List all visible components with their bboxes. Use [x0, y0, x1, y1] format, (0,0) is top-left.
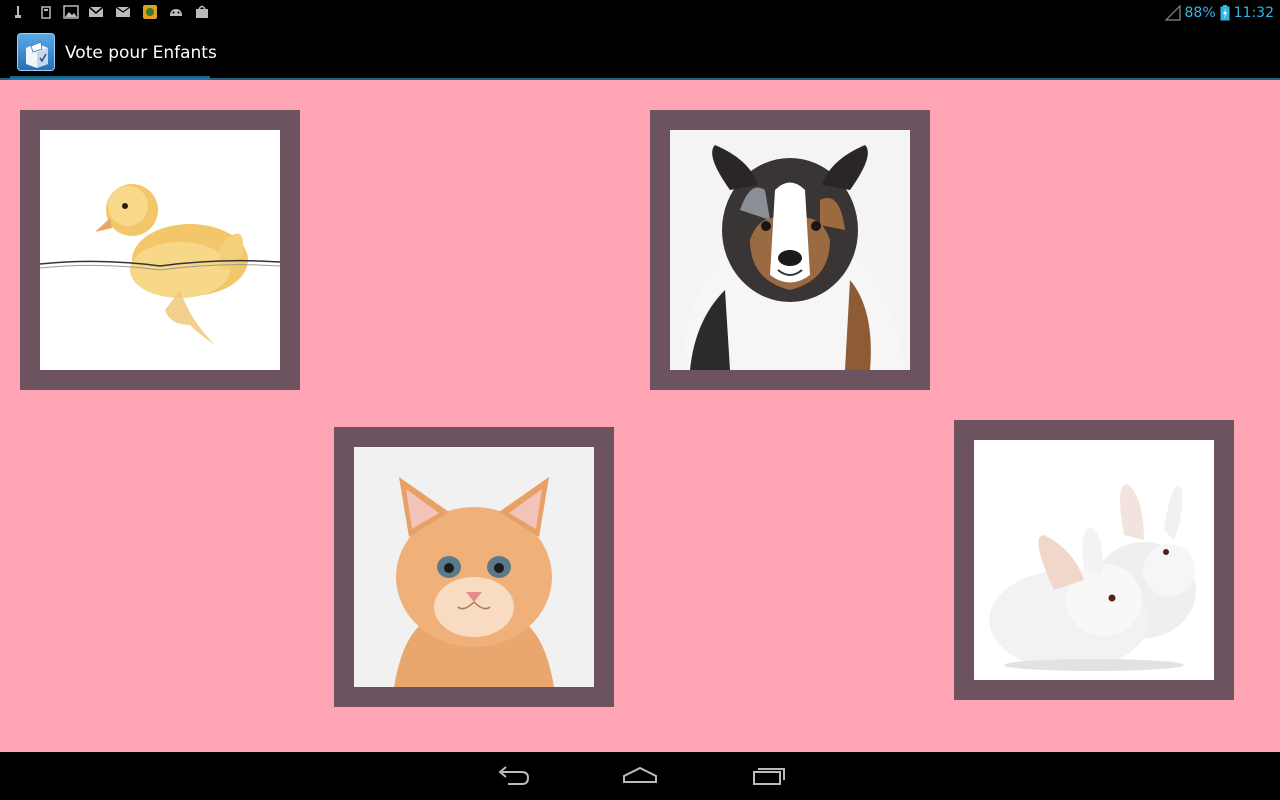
battery-charging-icon	[1220, 5, 1230, 21]
navigation-bar	[0, 752, 1280, 800]
app-title: Vote pour Enfants	[65, 43, 217, 63]
back-icon[interactable]	[492, 762, 532, 790]
home-icon[interactable]	[620, 762, 660, 790]
kitten-photo	[354, 447, 594, 687]
usb-debug-icon	[15, 6, 21, 18]
bunnies-photo	[974, 440, 1214, 680]
recent-apps-icon[interactable]	[748, 762, 788, 790]
animal-card-dog[interactable]	[650, 110, 930, 390]
bunnies-image	[974, 440, 1214, 680]
gallery-icon	[63, 5, 79, 19]
dog-image	[670, 130, 910, 370]
store-icon	[196, 5, 208, 18]
gmail-icon	[88, 6, 104, 17]
status-right: 88% 11:32	[1164, 3, 1274, 23]
android-icon	[170, 9, 182, 16]
battery-percent: 88%	[1184, 5, 1216, 21]
clock: 11:32	[1233, 5, 1274, 21]
animal-card-duckling[interactable]	[20, 110, 300, 390]
app-icon[interactable]	[17, 33, 55, 71]
signal-icon	[1164, 5, 1181, 21]
status-bar: 88% 11:32	[0, 0, 1280, 25]
action-bar: Vote pour Enfants	[0, 25, 1280, 80]
duckling-image	[40, 130, 280, 370]
duckling-photo	[40, 130, 280, 370]
dog-photo	[670, 130, 910, 370]
animal-card-kitten[interactable]	[334, 427, 614, 707]
email-icon	[115, 6, 131, 17]
ballot-box-icon	[26, 41, 48, 68]
animal-card-bunnies[interactable]	[954, 420, 1234, 700]
app-update-icon	[143, 5, 157, 19]
vote-area	[0, 80, 1280, 752]
kitten-image	[354, 447, 594, 687]
sd-card-icon	[41, 6, 51, 19]
